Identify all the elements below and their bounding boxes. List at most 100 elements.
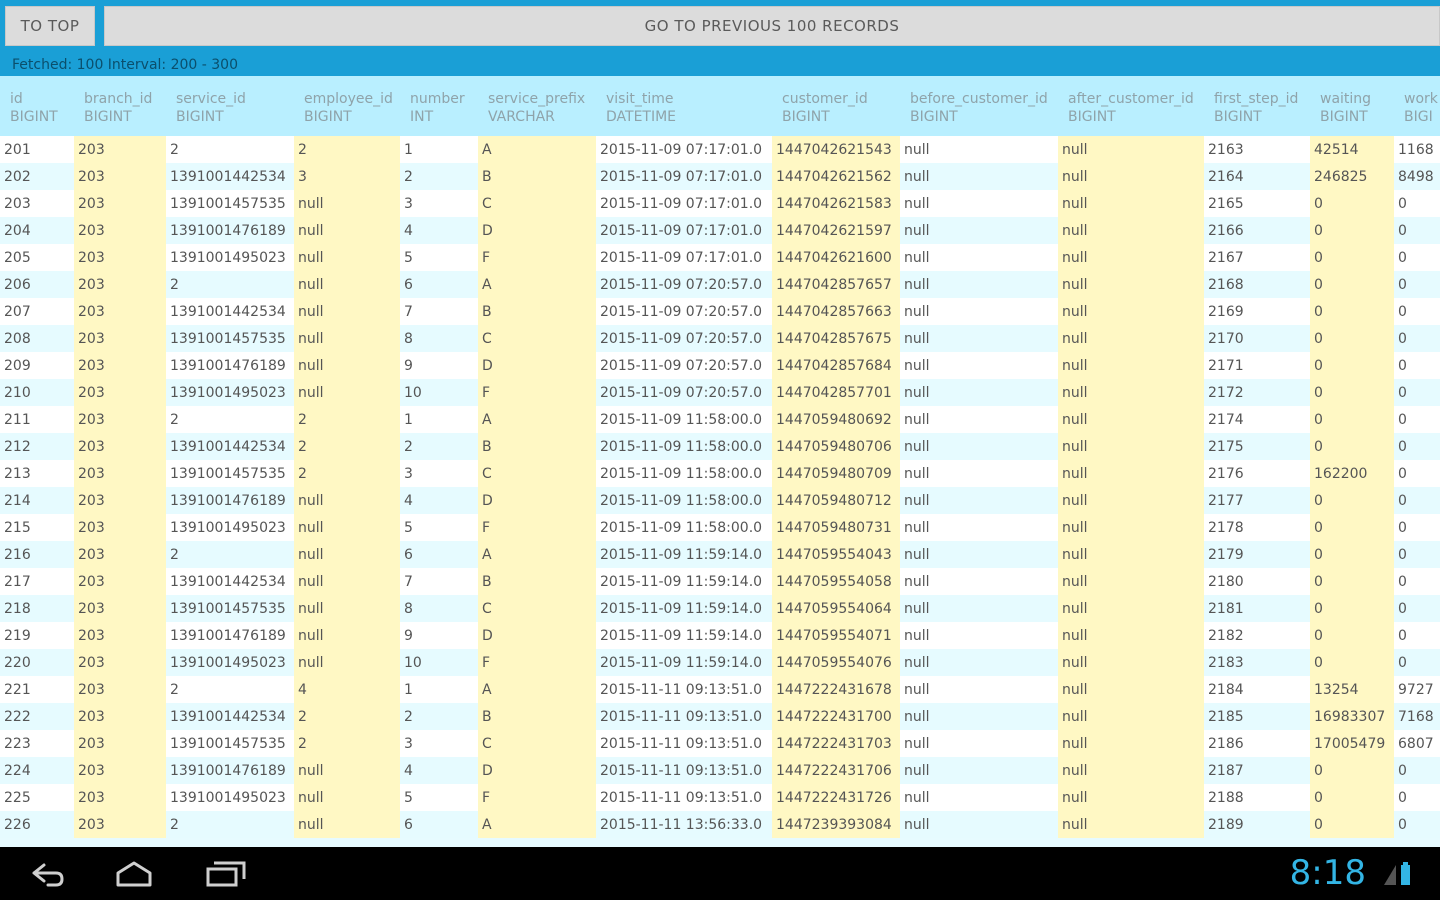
table-row[interactable]: 204 203 1391001476189 null 4 D 2015-11-09 07:1… (0, 217, 1440, 244)
table-cell: 225 (0, 784, 74, 811)
table-cell: 2015-11-09 07:20:57.0 (596, 352, 772, 379)
table-row[interactable]: 211 203 2 2 1 A 2015-11-09 11:58:00.0 144705948… (0, 406, 1440, 433)
table-cell: 0 (1310, 622, 1394, 649)
table-row[interactable]: 214 203 1391001476189 null 4 D 2015-11-09 11:5… (0, 487, 1440, 514)
table-cell: null (900, 541, 1058, 568)
column-type: BIGINT (1214, 109, 1262, 125)
table-cell: null (1058, 622, 1204, 649)
table-row[interactable]: 218 203 1391001457535 null 8 C 2015-11-09 11:5… (0, 595, 1440, 622)
table-cell: null (1058, 541, 1204, 568)
table-cell: 0 (1394, 244, 1440, 271)
table-cell: 7168 (1394, 703, 1440, 730)
table-cell: 0 (1394, 784, 1440, 811)
table-row[interactable]: 223 203 1391001457535 2 3 C 2015-11-11 09:13:5… (0, 730, 1440, 757)
table-cell: null (1058, 298, 1204, 325)
table-cell: 1391001442534 (166, 163, 294, 190)
table-row[interactable]: 225 203 1391001495023 null 5 F 2015-11-11 09:1… (0, 784, 1440, 811)
table-cell: 0 (1394, 541, 1440, 568)
table-cell: 203 (74, 595, 166, 622)
back-icon[interactable] (24, 857, 68, 889)
table-cell: 217 (0, 568, 74, 595)
table-cell: null (294, 379, 400, 406)
table-cell: 13254 (1310, 676, 1394, 703)
table-cell: 220 (0, 649, 74, 676)
table-cell: 203 (74, 514, 166, 541)
column-type: BIGINT (176, 109, 224, 125)
table-cell: 203 (74, 244, 166, 271)
table-row[interactable]: 226 203 2 null 6 A 2015-11-11 13:56:33.0 144723… (0, 811, 1440, 838)
table-cell: null (900, 460, 1058, 487)
table-cell: 226 (0, 811, 74, 838)
table-cell: 4 (400, 217, 478, 244)
table-row[interactable]: 220 203 1391001495023 null 10 F 2015-11-09 11:… (0, 649, 1440, 676)
table-cell: 1447059480709 (772, 460, 900, 487)
table-cell: 203 (74, 190, 166, 217)
table-cell: 3 (400, 460, 478, 487)
table-cell: 0 (1394, 595, 1440, 622)
table-row[interactable]: 224 203 1391001476189 null 4 D 2015-11-11 09:1… (0, 757, 1440, 784)
table-cell: 4 (400, 487, 478, 514)
table-cell: null (294, 568, 400, 595)
table-cell: null (1058, 514, 1204, 541)
table-cell: 1447059554058 (772, 568, 900, 595)
table-row[interactable]: 219 203 1391001476189 null 9 D 2015-11-09 11:5… (0, 622, 1440, 649)
to-top-button[interactable]: TO TOP (5, 6, 95, 46)
table-cell: 1391001442534 (166, 568, 294, 595)
table-cell: 214 (0, 487, 74, 514)
table-cell: null (1058, 379, 1204, 406)
table-row[interactable]: 216 203 2 null 6 A 2015-11-09 11:59:14.0 144705… (0, 541, 1440, 568)
column-name: customer_id (782, 91, 868, 107)
table-row[interactable]: 208 203 1391001457535 null 8 C 2015-11-09 07:2… (0, 325, 1440, 352)
table-cell: 1447059554071 (772, 622, 900, 649)
table-row[interactable]: 209 203 1391001476189 null 9 D 2015-11-09 07:2… (0, 352, 1440, 379)
table-cell: null (900, 379, 1058, 406)
column-header-service-id: service_id BIGINT (166, 76, 294, 136)
table-cell: 9727 (1394, 676, 1440, 703)
table-cell: 2 (294, 460, 400, 487)
table-cell: 9 (400, 622, 478, 649)
column-type: BIGINT (304, 109, 352, 125)
table-row[interactable]: 202 203 1391001442534 3 2 B 2015-11-09 07:17:0… (0, 163, 1440, 190)
previous-records-button[interactable]: GO TO PREVIOUS 100 RECORDS (104, 6, 1440, 46)
table-cell: 3 (400, 190, 478, 217)
table-row[interactable]: 212 203 1391001442534 2 2 B 2015-11-09 11:58:0… (0, 433, 1440, 460)
table-row[interactable]: 207 203 1391001442534 null 7 B 2015-11-09 07:2… (0, 298, 1440, 325)
table-cell: 206 (0, 271, 74, 298)
recent-apps-icon[interactable] (204, 857, 248, 889)
table-cell: null (294, 514, 400, 541)
table-row[interactable]: 201 203 2 2 1 A 2015-11-09 07:17:01.0 144704262… (0, 136, 1440, 163)
table-cell: 1447059480706 (772, 433, 900, 460)
table-cell: 1391001495023 (166, 784, 294, 811)
table-cell: 1 (400, 136, 478, 163)
column-name: waiting (1320, 91, 1372, 107)
records-table-container[interactable]: id BIGINT branch_id BIGINT service_id BIGINT e… (0, 76, 1440, 847)
table-cell: 209 (0, 352, 74, 379)
table-row[interactable]: 222 203 1391001442534 2 2 B 2015-11-11 09:13:5… (0, 703, 1440, 730)
home-icon[interactable] (112, 857, 156, 889)
table-cell: 10 (400, 649, 478, 676)
table-cell: 222 (0, 703, 74, 730)
table-row[interactable]: 203 203 1391001457535 null 3 C 2015-11-09 07:1… (0, 190, 1440, 217)
table-cell: 2 (166, 271, 294, 298)
table-row[interactable]: 210 203 1391001495023 null 10 F 2015-11-09 07:… (0, 379, 1440, 406)
table-row[interactable]: 215 203 1391001495023 null 5 F 2015-11-09 11:5… (0, 514, 1440, 541)
table-cell: 1447059480692 (772, 406, 900, 433)
table-cell: 2015-11-11 09:13:51.0 (596, 784, 772, 811)
table-cell: 2015-11-09 11:58:00.0 (596, 514, 772, 541)
table-cell: 2183 (1204, 649, 1310, 676)
table-cell: B (478, 568, 596, 595)
table-cell: 10 (400, 379, 478, 406)
table-cell: 1447042621597 (772, 217, 900, 244)
table-row[interactable]: 206 203 2 null 6 A 2015-11-09 07:20:57.0 144704… (0, 271, 1440, 298)
table-row[interactable]: 213 203 1391001457535 2 3 C 2015-11-09 11:58:0… (0, 460, 1440, 487)
table-cell: 2166 (1204, 217, 1310, 244)
table-row[interactable]: 217 203 1391001442534 null 7 B 2015-11-09 11:5… (0, 568, 1440, 595)
table-cell: 211 (0, 406, 74, 433)
table-cell: 204 (0, 217, 74, 244)
table-row[interactable]: 205 203 1391001495023 null 5 F 2015-11-09 07:1… (0, 244, 1440, 271)
table-cell: 7 (400, 298, 478, 325)
table-row[interactable]: 221 203 2 4 1 A 2015-11-11 09:13:51.0 144722243… (0, 676, 1440, 703)
table-cell: D (478, 352, 596, 379)
table-cell: 2 (166, 541, 294, 568)
table-cell: 0 (1394, 757, 1440, 784)
